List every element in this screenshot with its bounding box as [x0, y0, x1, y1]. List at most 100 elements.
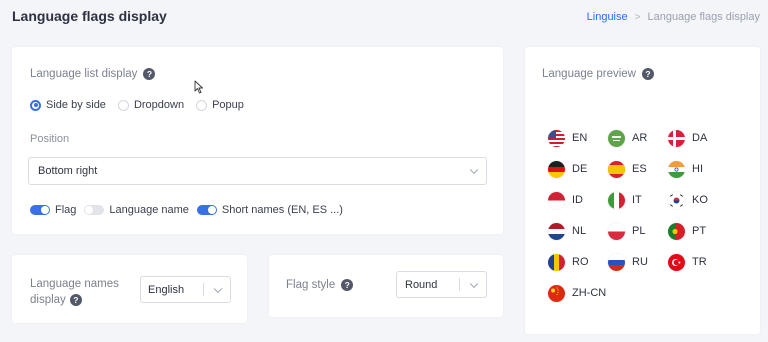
radio-dropdown[interactable]: Dropdown	[117, 99, 185, 111]
select-divider	[203, 283, 204, 296]
language-list-title-row: Language list display ?	[30, 68, 156, 80]
ru-flag-icon	[608, 253, 625, 271]
language-item[interactable]: RO	[548, 253, 608, 271]
language-item[interactable]: EN	[548, 129, 608, 147]
help-icon[interactable]: ?	[341, 279, 354, 291]
language-code: AR	[632, 132, 648, 144]
language-preview-title: Language preview	[542, 68, 636, 80]
page-title: Language flags display	[12, 8, 167, 24]
language-item[interactable]: DA	[668, 129, 728, 147]
id-flag-icon	[548, 191, 565, 209]
select-divider	[459, 278, 460, 291]
flag-style-select-value: Round	[405, 278, 438, 291]
toggle-short-names[interactable]: Short names (EN, ES ...)	[196, 204, 343, 216]
dk-flag-icon	[668, 129, 685, 147]
language-item[interactable]: RU	[608, 253, 668, 271]
us-flag-icon	[548, 129, 565, 147]
language-code: EN	[572, 132, 588, 144]
language-names-card: Language names display? English	[12, 255, 247, 323]
language-item[interactable]: ZH-CN	[548, 284, 608, 302]
toggle-label: Language name	[109, 204, 189, 216]
language-item[interactable]: IT	[608, 191, 668, 209]
toggle-flag[interactable]: Flag	[30, 204, 76, 216]
flag-style-card: Flag style ? Round	[269, 255, 503, 317]
language-code: HI	[692, 163, 703, 175]
chevron-down-icon	[469, 165, 479, 175]
language-code: DE	[572, 163, 588, 175]
toggle-language-name[interactable]: Language name	[84, 204, 189, 216]
toggle-switch-off[interactable]	[84, 205, 105, 215]
language-list-card: Language list display ? Side by side Dro…	[12, 47, 503, 234]
language-names-select[interactable]: English	[140, 276, 231, 303]
language-code: IT	[632, 194, 642, 206]
language-preview-card: Language preview ? EN AR DA DE ES HI ID …	[525, 47, 760, 334]
language-names-label-line2-row: display?	[30, 292, 130, 308]
language-item[interactable]: ES	[608, 160, 668, 178]
position-select[interactable]: Bottom right	[28, 157, 487, 185]
language-item[interactable]: ID	[548, 191, 608, 209]
toggle-switch-on[interactable]	[30, 205, 50, 215]
language-item[interactable]: KO	[668, 191, 728, 209]
toggle-switch-on[interactable]	[196, 205, 217, 215]
mouse-pointer-icon	[194, 80, 203, 94]
flag-style-title-row: Flag style ?	[286, 279, 354, 291]
radio-button[interactable]	[196, 99, 208, 111]
pt-flag-icon	[668, 222, 685, 240]
radio-label: Dropdown	[133, 99, 185, 111]
radio-label: Side by side	[46, 99, 106, 111]
flags-grid: EN AR DA DE ES HI ID IT KO NL PL PT RO R…	[548, 129, 728, 302]
language-item[interactable]: PL	[608, 222, 668, 240]
position-select-value: Bottom right	[38, 165, 98, 177]
de-flag-icon	[548, 160, 565, 178]
in-flag-icon	[668, 160, 685, 178]
radio-button[interactable]	[117, 99, 129, 111]
ro-flag-icon	[548, 253, 565, 271]
language-item[interactable]: HI	[668, 160, 728, 178]
language-code: PT	[692, 225, 707, 237]
language-names-label-line2: display	[30, 294, 66, 306]
language-names-label: Language names display?	[30, 276, 130, 308]
language-names-label-line1: Language names	[30, 278, 119, 290]
tr-flag-icon	[668, 253, 685, 271]
language-code: ES	[632, 163, 647, 175]
language-item[interactable]: NL	[548, 222, 608, 240]
language-preview-title-row: Language preview ?	[542, 68, 654, 80]
sa-flag-icon	[608, 129, 625, 147]
language-code: PL	[632, 225, 646, 237]
language-code: TR	[692, 256, 707, 268]
language-code: NL	[572, 225, 587, 237]
radio-popup[interactable]: Popup	[196, 99, 244, 111]
chevron-down-icon	[469, 279, 479, 288]
radio-label: Popup	[212, 99, 244, 111]
breadcrumb-separator: >	[634, 11, 641, 23]
flag-style-label: Flag style	[286, 279, 336, 291]
language-item[interactable]: PT	[668, 222, 728, 240]
language-item[interactable]: TR	[668, 253, 728, 271]
help-icon[interactable]: ?	[642, 68, 654, 80]
nl-flag-icon	[548, 222, 565, 240]
language-item[interactable]: AR	[608, 129, 668, 147]
toggle-row: Flag Language name Short names (EN, ES .…	[30, 204, 343, 216]
kr-flag-icon	[668, 191, 685, 209]
chevron-down-icon	[213, 284, 223, 293]
display-mode-radio-group: Side by side Dropdown Popup	[30, 99, 244, 111]
flag-style-select[interactable]: Round	[396, 271, 487, 298]
es-flag-icon	[608, 160, 625, 178]
language-code: ZH-CN	[572, 287, 607, 299]
language-code: RU	[632, 256, 648, 268]
language-code: ID	[572, 194, 583, 206]
language-code: RO	[572, 256, 589, 268]
it-flag-icon	[608, 191, 625, 209]
help-icon[interactable]: ?	[143, 68, 156, 80]
language-item[interactable]: DE	[548, 160, 608, 178]
breadcrumb-link-linguise[interactable]: Linguise	[587, 11, 628, 23]
help-icon[interactable]: ?	[69, 293, 82, 306]
toggle-label: Short names (EN, ES ...)	[221, 204, 343, 216]
breadcrumb-current: Language flags display	[647, 11, 760, 23]
position-label: Position	[30, 133, 70, 145]
language-list-title: Language list display	[30, 68, 138, 80]
radio-button-checked[interactable]	[30, 99, 41, 111]
radio-side-by-side[interactable]: Side by side	[30, 99, 106, 111]
breadcrumb: Linguise > Language flags display	[587, 11, 760, 23]
toggle-label: Flag	[55, 204, 77, 216]
